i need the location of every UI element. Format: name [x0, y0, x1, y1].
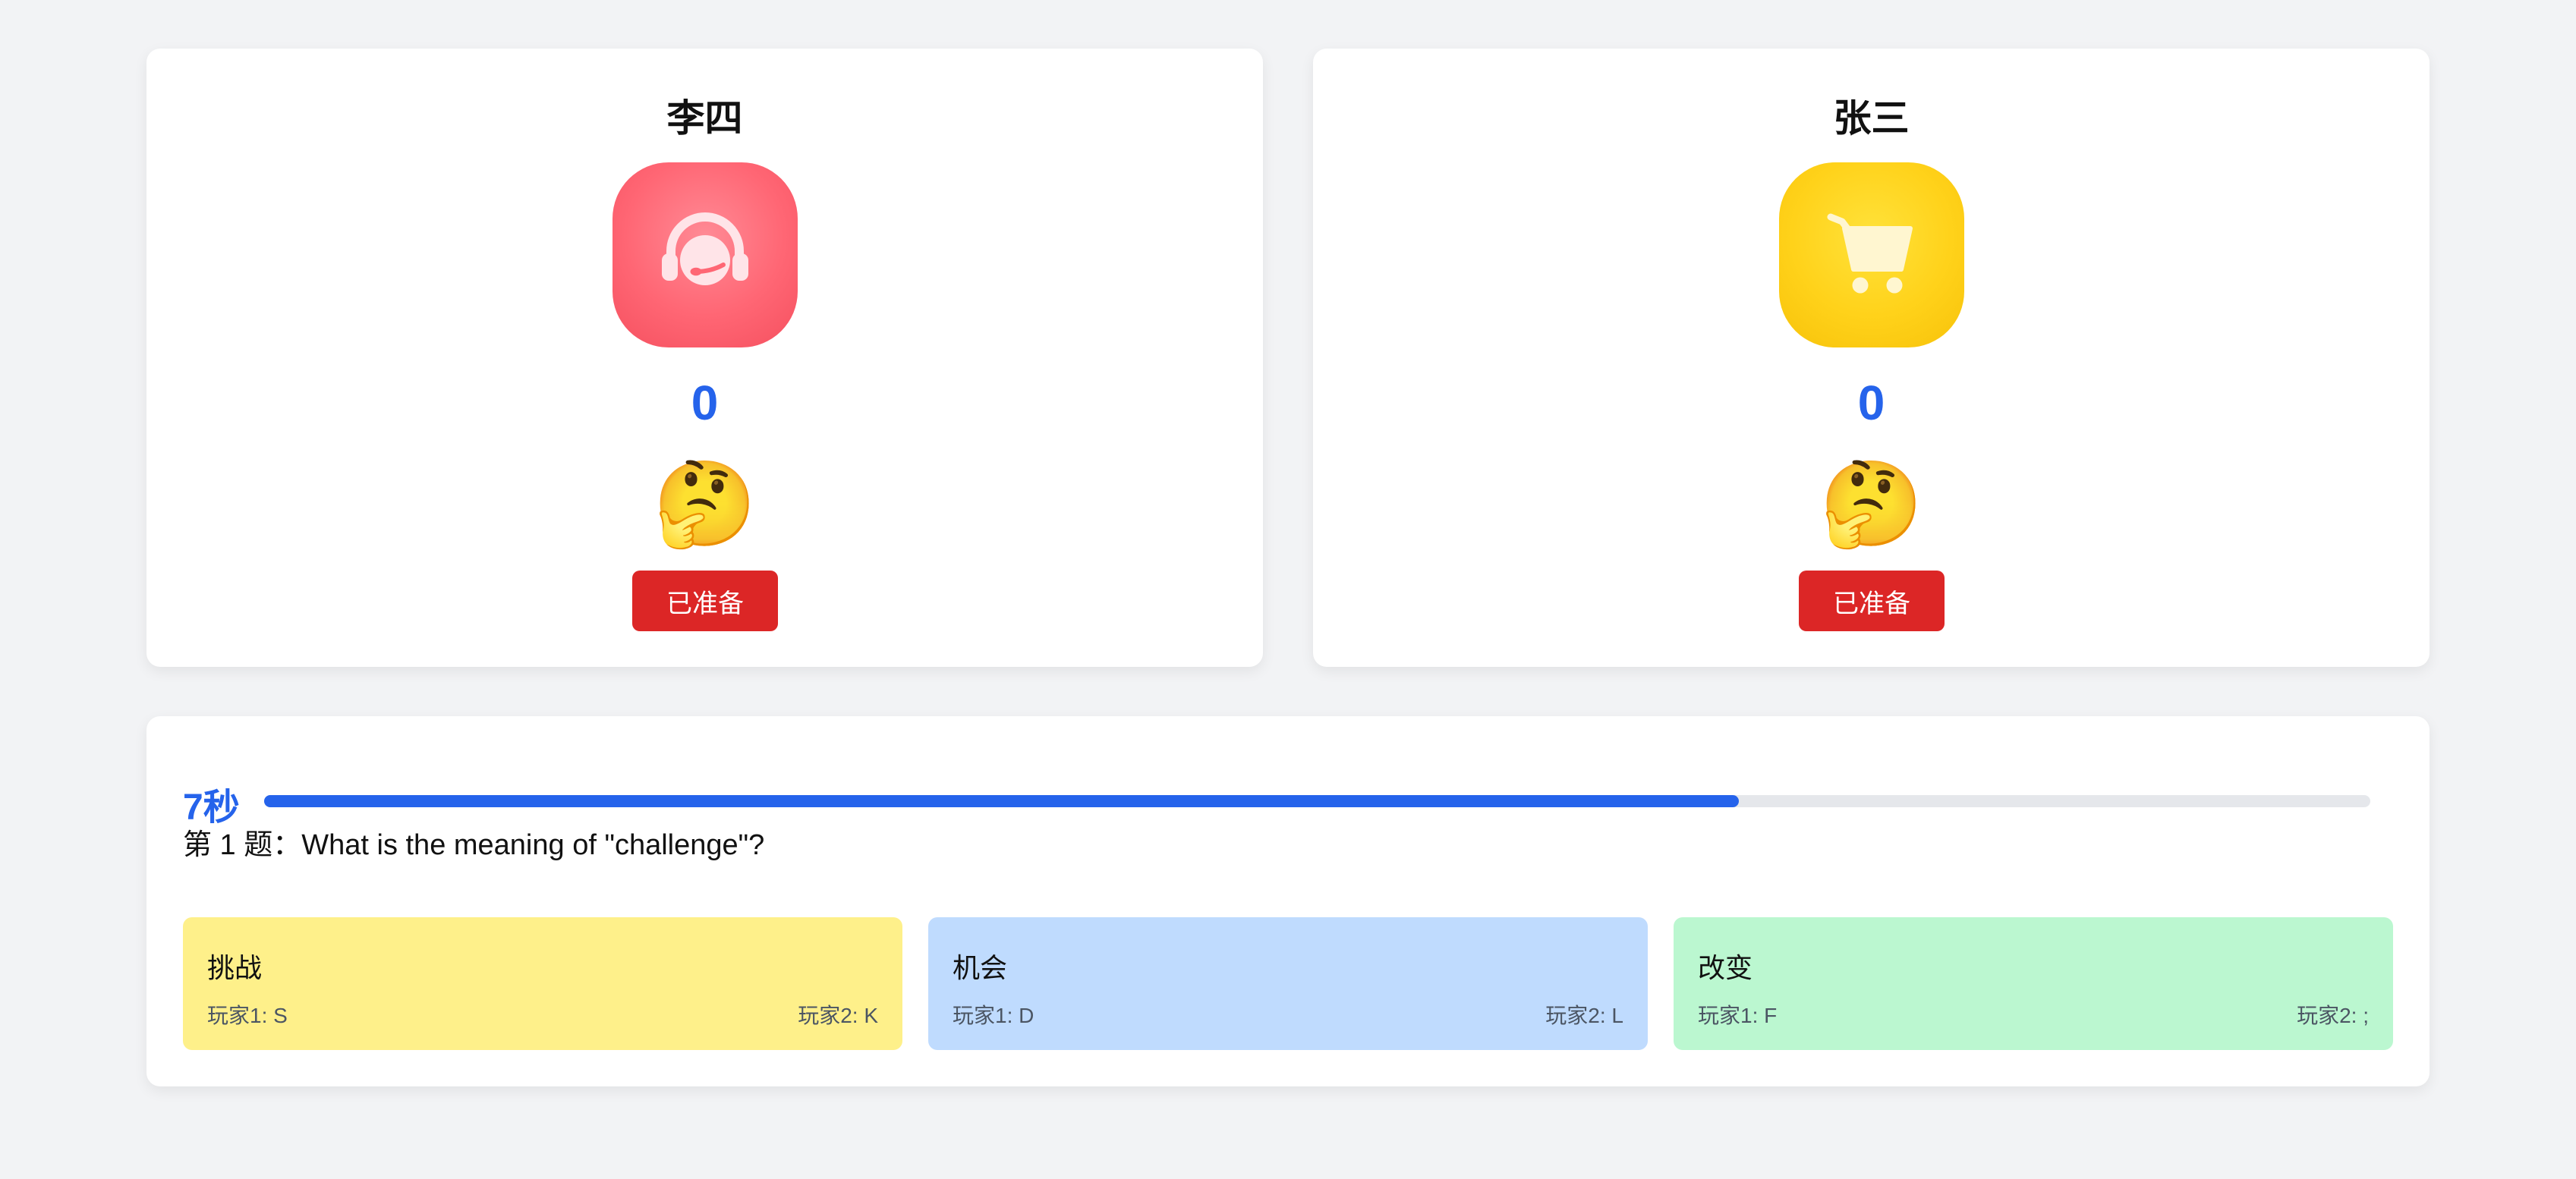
answer-option-3[interactable]: 改变 玩家1: F 玩家2: ;	[1674, 917, 2393, 1050]
time-progress-fill	[264, 795, 1739, 807]
headset-icon	[648, 196, 762, 314]
answer-option-1[interactable]: 挑战 玩家1: S 玩家2: K	[183, 917, 902, 1050]
shopping-cart-icon	[1815, 196, 1929, 314]
thinking-face-icon: 🤔	[1819, 455, 1923, 552]
player2-key-hint: 玩家2: ;	[2297, 1004, 2369, 1027]
player-card-zhangsan: 张三 0 🤔 已准备	[1313, 49, 2430, 667]
player-avatar	[613, 162, 798, 347]
ready-button[interactable]: 已准备	[1799, 571, 1945, 631]
thinking-face-icon: 🤔	[653, 455, 757, 552]
time-progress-bar	[264, 795, 2370, 807]
player2-key-hint: 玩家2: L	[1545, 1004, 1623, 1027]
question-card: 7秒 第 1 题：What is the meaning of "challen…	[146, 716, 2430, 1086]
player1-key-hint: 玩家1: S	[207, 1004, 288, 1027]
player-card-lisi: 李四 0 🤔 已准备	[146, 49, 1263, 667]
option-text: 改变	[1698, 952, 1753, 983]
answer-option-2[interactable]: 机会 玩家1: D 玩家2: L	[928, 917, 1648, 1050]
player-name: 李四	[666, 97, 743, 140]
player2-key-hint: 玩家2: K	[798, 1004, 878, 1027]
question-text: 第 1 题：What is the meaning of "challenge"…	[183, 829, 765, 861]
player-score: 0	[691, 376, 719, 430]
option-text: 挑战	[207, 952, 263, 983]
player-name: 张三	[1833, 97, 1910, 140]
player1-key-hint: 玩家1: F	[1698, 1004, 1778, 1027]
player1-key-hint: 玩家1: D	[953, 1004, 1034, 1027]
option-text: 机会	[953, 952, 1008, 983]
player-avatar	[1779, 162, 1964, 347]
player-score: 0	[1857, 376, 1885, 430]
ready-button[interactable]: 已准备	[632, 571, 778, 631]
answer-options: 挑战 玩家1: S 玩家2: K 机会 玩家1: D 玩家2: L 改变 玩家1…	[183, 917, 2393, 1050]
